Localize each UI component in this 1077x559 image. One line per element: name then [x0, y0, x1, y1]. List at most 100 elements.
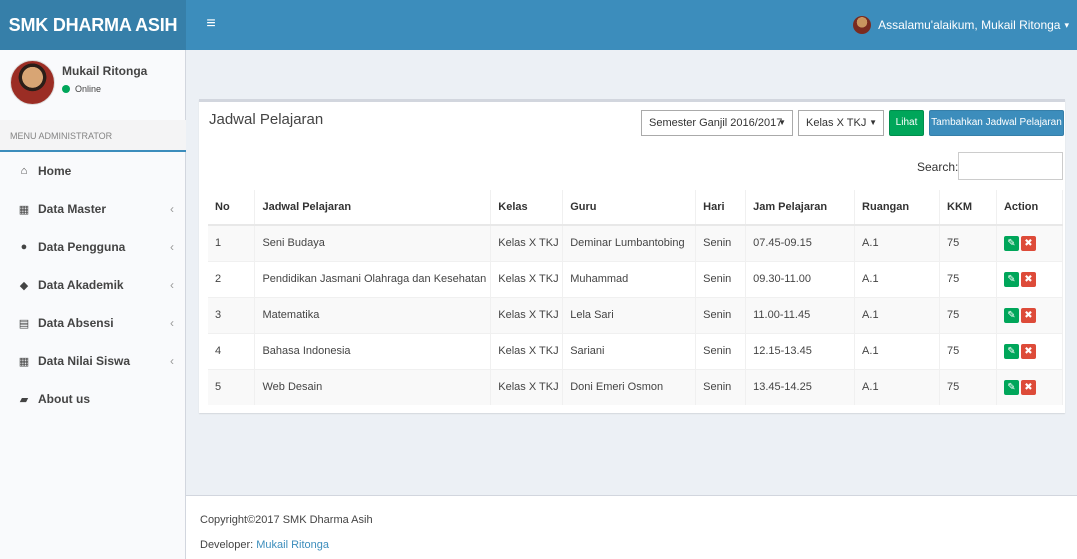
user-avatar-small: [853, 16, 872, 34]
column-header-kelas[interactable]: Kelas: [490, 190, 564, 226]
cell-jam: 11.00-11.45: [745, 296, 856, 333]
table-header-row: No Jadwal Pelajaran Kelas Guru Hari Jam …: [208, 190, 1064, 226]
footer: Copyright©2017 SMK Dharma Asih Developer…: [186, 495, 1077, 559]
column-header-jadwal[interactable]: Jadwal Pelajaran: [254, 190, 492, 226]
chevron-left-icon: ‹: [170, 316, 174, 330]
user-icon: ●: [20, 241, 28, 253]
sidebar-item-data-absensi[interactable]: ▤ Data Absensi ‹: [0, 304, 186, 342]
sidebar-item-data-akademik[interactable]: ◆ Data Akademik ‹: [0, 266, 186, 304]
cell-no: 2: [208, 260, 256, 297]
cell-kelas: Kelas X TKJ: [490, 368, 564, 405]
lihat-button[interactable]: Lihat: [889, 110, 924, 136]
cell-ruangan: A.1: [854, 224, 940, 261]
table-row: 2 Pendidikan Jasmani Olahraga dan Keseha…: [208, 260, 1064, 297]
cell-jadwal: Bahasa Indonesia: [254, 332, 492, 369]
cell-guru: Muhammad: [562, 260, 697, 297]
column-header-guru[interactable]: Guru: [562, 190, 697, 226]
cell-action: ✎ ✖: [996, 224, 1064, 261]
sidebar-item-label: About us: [38, 392, 90, 406]
cell-kelas: Kelas X TKJ: [490, 332, 564, 369]
cell-guru: Lela Sari: [562, 296, 697, 333]
calendar-icon: ▤: [18, 317, 30, 330]
chevron-left-icon: ‹: [170, 354, 174, 368]
delete-icon[interactable]: ✖: [1020, 343, 1036, 359]
menu-header: MENU ADMINISTRATOR: [0, 120, 186, 152]
edit-icon[interactable]: ✎: [1003, 271, 1019, 287]
tag-icon: ◆: [19, 279, 29, 292]
column-header-no[interactable]: No: [208, 190, 256, 226]
sidebar-item-label: Data Absensi: [38, 316, 114, 330]
user-menu[interactable]: Assalamu'alaikum, Mukail Ritonga ▾: [853, 0, 1069, 50]
edit-icon[interactable]: ✎: [1003, 235, 1019, 251]
sidebar-item-label: Data Pengguna: [38, 240, 126, 254]
table-row: 3 Matematika Kelas X TKJ Lela Sari Senin…: [208, 296, 1064, 333]
user-panel: Mukail Ritonga Online: [0, 50, 186, 120]
edit-icon[interactable]: ✎: [1003, 343, 1019, 359]
cell-ruangan: A.1: [854, 368, 940, 405]
sidebar-item-data-pengguna[interactable]: ● Data Pengguna ‹: [0, 228, 186, 266]
cell-ruangan: A.1: [854, 332, 940, 369]
cell-jam: 12.15-13.45: [745, 332, 856, 369]
cell-kkm: 75: [939, 368, 997, 405]
user-status-label: Online: [75, 84, 102, 94]
sidebar: Mukail Ritonga Online MENU ADMINISTRATOR…: [0, 50, 186, 559]
search-label: Search:: [917, 160, 959, 174]
cell-kkm: 75: [939, 260, 997, 297]
semester-select[interactable]: Semester Ganjil 2016/2017 ▼: [641, 110, 793, 136]
delete-icon[interactable]: ✖: [1020, 271, 1036, 287]
edit-icon[interactable]: ✎: [1003, 307, 1019, 323]
table-row: 5 Web Desain Kelas X TKJ Doni Emeri Osmo…: [208, 368, 1064, 405]
cell-action: ✎ ✖: [996, 260, 1064, 297]
sidebar-item-home[interactable]: ⌂ Home: [0, 152, 186, 190]
sidebar-item-data-nilai-siswa[interactable]: ▦ Data Nilai Siswa ‹: [0, 342, 186, 380]
cell-no: 4: [208, 332, 256, 369]
cell-kelas: Kelas X TKJ: [490, 260, 564, 297]
developer-link[interactable]: Mukail Ritonga: [256, 539, 329, 551]
column-header-hari[interactable]: Hari: [695, 190, 747, 226]
cell-jadwal: Pendidikan Jasmani Olahraga dan Kesehata…: [254, 260, 492, 297]
cell-kkm: 75: [939, 224, 997, 261]
search-input[interactable]: [958, 152, 1063, 180]
chevron-left-icon: ‹: [170, 202, 174, 216]
cell-hari: Senin: [695, 368, 747, 405]
column-header-jam[interactable]: Jam Pelajaran: [745, 190, 856, 226]
column-header-kkm[interactable]: KKM: [939, 190, 997, 226]
edit-icon[interactable]: ✎: [1003, 379, 1019, 395]
kelas-select[interactable]: Kelas X TKJ ▼: [798, 110, 884, 136]
cell-kkm: 75: [939, 332, 997, 369]
grid-icon: ▦: [18, 203, 30, 216]
cell-hari: Senin: [695, 296, 747, 333]
avatar: [10, 60, 55, 105]
online-dot-icon: [62, 85, 70, 93]
delete-icon[interactable]: ✖: [1020, 235, 1036, 251]
copyright-text: Copyright©2017 SMK Dharma Asih: [200, 514, 373, 526]
delete-icon[interactable]: ✖: [1020, 379, 1036, 395]
table-icon: ▦: [18, 355, 30, 368]
column-header-ruangan[interactable]: Ruangan: [854, 190, 940, 226]
home-icon: ⌂: [20, 165, 28, 177]
cell-kkm: 75: [939, 296, 997, 333]
cell-hari: Senin: [695, 224, 747, 261]
sidebar-item-data-master[interactable]: ▦ Data Master ‹: [0, 190, 186, 228]
add-schedule-button[interactable]: Tambahkan Jadwal Pelajaran: [929, 110, 1064, 136]
developer-prefix: Developer:: [200, 539, 257, 551]
book-icon: ▰: [19, 393, 29, 406]
app-logo[interactable]: SMK DHARMA ASIH: [0, 0, 186, 50]
sidebar-item-label: Data Master: [38, 202, 107, 216]
cell-ruangan: A.1: [854, 260, 940, 297]
column-header-action: Action: [996, 190, 1064, 226]
cell-hari: Senin: [695, 260, 747, 297]
sidebar-toggle-icon[interactable]: ≡: [196, 0, 226, 50]
page-title: Jadwal Pelajaran: [209, 111, 324, 128]
cell-no: 3: [208, 296, 256, 333]
cell-no: 1: [208, 224, 256, 261]
dropdown-arrow-icon: ▼: [778, 118, 786, 127]
top-header: SMK DHARMA ASIH ≡ Assalamu'alaikum, Muka…: [0, 0, 1077, 50]
sidebar-item-about-us[interactable]: ▰ About us: [0, 380, 186, 418]
caret-down-icon: ▾: [1064, 19, 1069, 30]
cell-action: ✎ ✖: [996, 296, 1064, 333]
cell-jadwal: Seni Budaya: [254, 224, 492, 261]
cell-action: ✎ ✖: [996, 332, 1064, 369]
delete-icon[interactable]: ✖: [1020, 307, 1036, 323]
cell-guru: Deminar Lumbantobing: [562, 224, 697, 261]
